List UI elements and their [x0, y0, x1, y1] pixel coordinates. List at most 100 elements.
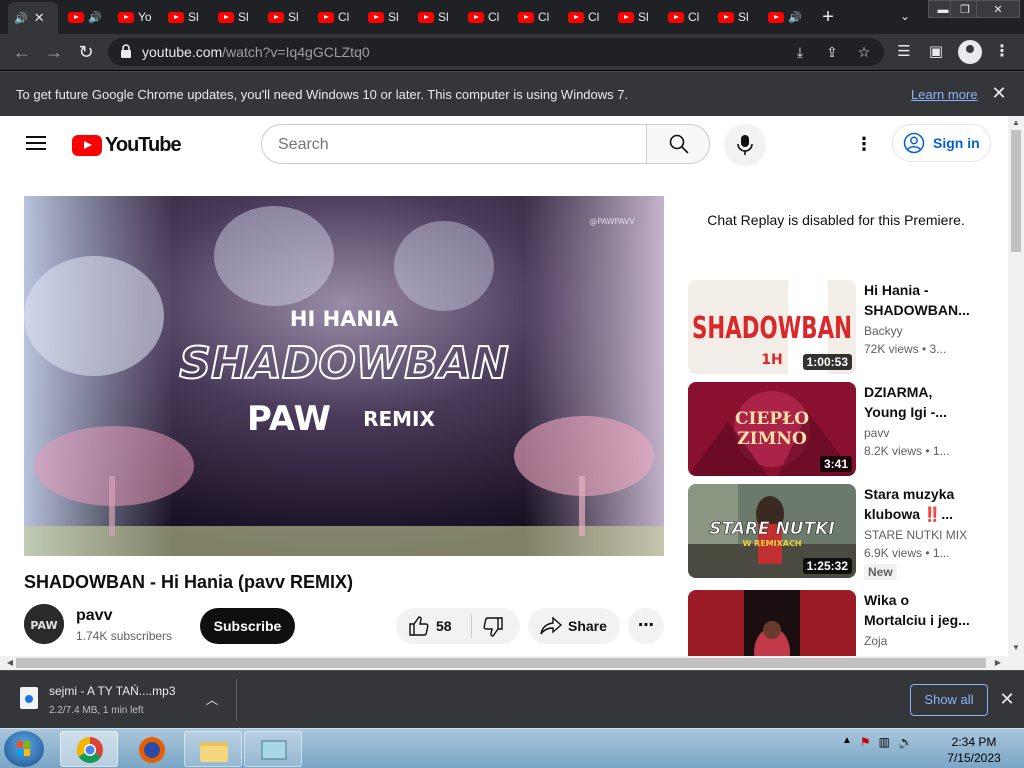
- sign-in-button[interactable]: Sign in: [892, 124, 991, 162]
- speaker-icon[interactable]: 🔊: [88, 11, 102, 24]
- recommendation-thumbnail[interactable]: [688, 590, 856, 656]
- chevron-up-icon[interactable]: ︿: [204, 691, 220, 707]
- share-page-icon[interactable]: ⇪: [822, 42, 842, 62]
- tab-12[interactable]: Sl: [612, 4, 658, 30]
- youtube-logo[interactable]: YouTube: [72, 134, 182, 157]
- recommendation-thumbnail[interactable]: CIEPŁO ZIMNO 3:41: [688, 382, 856, 476]
- recommendation-channel[interactable]: Backyy: [864, 324, 903, 338]
- more-actions-button[interactable]: ⋯: [628, 608, 664, 644]
- tab-8[interactable]: Sl: [412, 4, 458, 30]
- speaker-icon[interactable]: 🔊: [14, 12, 28, 25]
- tray-expand-icon[interactable]: ▲: [842, 735, 852, 749]
- taskbar-chrome[interactable]: [60, 731, 118, 767]
- taskbar-app[interactable]: [244, 731, 302, 767]
- tab-1[interactable]: 🔊: [62, 4, 108, 30]
- subscribe-button[interactable]: Subscribe: [200, 608, 295, 644]
- channel-name[interactable]: pavv: [76, 607, 112, 625]
- recommendation-title[interactable]: Wika o Mortalciu i jeg...: [864, 590, 974, 630]
- channel-avatar[interactable]: PAW: [24, 604, 64, 644]
- tab-7[interactable]: Sl: [362, 4, 408, 30]
- forward-button[interactable]: →: [42, 40, 66, 64]
- new-tab-button[interactable]: +: [816, 5, 840, 29]
- search-button[interactable]: [646, 124, 710, 164]
- tab-label: Sl: [388, 10, 399, 24]
- speaker-icon[interactable]: 🔊: [788, 11, 802, 24]
- taskbar-explorer[interactable]: [184, 731, 242, 767]
- tab-label: Sl: [288, 10, 299, 24]
- action-center-icon[interactable]: ⚑: [860, 735, 871, 749]
- learn-more-link[interactable]: Learn more: [911, 87, 977, 102]
- system-tray: ▲ ⚑ ▥ 🔈: [842, 735, 913, 749]
- tab-3[interactable]: Sl: [162, 4, 208, 30]
- download-filename[interactable]: sejmi - A TY TAŃ....mp3: [49, 684, 176, 698]
- address-bar[interactable]: youtube.com/watch?v=Iq4gGCLZtq0 ⤓ ⇪ ☆: [108, 38, 884, 66]
- taskbar-firefox[interactable]: [122, 731, 180, 767]
- search-box[interactable]: [261, 124, 647, 164]
- recommendation-thumbnail[interactable]: SHADOWBAN 1H 1:00:53: [688, 280, 856, 374]
- network-icon[interactable]: ▥: [879, 735, 890, 749]
- install-app-icon[interactable]: ⤓: [790, 42, 810, 62]
- show-all-button[interactable]: Show all: [910, 684, 988, 716]
- vertical-scrollbar[interactable]: ▲ ▼: [1008, 116, 1024, 656]
- recommendation-title[interactable]: Stara muzyka klubowa ‼️...: [864, 484, 974, 524]
- recommendation-channel[interactable]: pavv: [864, 426, 889, 440]
- tab-13[interactable]: Cl: [662, 4, 708, 30]
- close-icon[interactable]: ✕: [990, 84, 1008, 102]
- tab-14[interactable]: Sl: [712, 4, 758, 30]
- profile-avatar[interactable]: [958, 40, 982, 64]
- share-button[interactable]: Share: [528, 608, 620, 644]
- dislike-icon[interactable]: [482, 616, 504, 638]
- recommendation-item[interactable]: SHADOWBAN 1H 1:00:53 Hi Hania - SHADOWBAN…: [688, 280, 988, 374]
- youtube-favicon: [318, 11, 334, 23]
- tab-4[interactable]: Sl: [212, 4, 258, 30]
- download-status: 2.2/7.4 MB, 1 min left: [49, 705, 144, 716]
- horizontal-scroll-thumb[interactable]: [16, 658, 986, 668]
- overlay-artist: HI HANIA: [290, 307, 399, 331]
- lock-icon[interactable]: [120, 44, 132, 58]
- recommendation-item[interactable]: CIEPŁO ZIMNO 3:41 DZIARMA, Young Igi -...…: [688, 382, 988, 476]
- recommendation-channel[interactable]: STARE NUTKI MIX: [864, 528, 967, 542]
- scroll-up-arrow-icon[interactable]: ▲: [1008, 117, 1024, 129]
- voice-search-button[interactable]: [724, 124, 766, 166]
- settings-dots-icon[interactable]: ⋮: [852, 132, 876, 156]
- window-close-button[interactable]: ✕: [976, 0, 1020, 18]
- scroll-right-arrow-icon[interactable]: ▶: [990, 657, 1006, 669]
- microphone-icon: [737, 135, 753, 155]
- taskbar-clock[interactable]: 2:34 PM 7/15/2023: [934, 734, 1014, 766]
- close-icon[interactable]: ✕: [998, 690, 1016, 708]
- scroll-down-arrow-icon[interactable]: ▼: [1008, 642, 1024, 654]
- reload-button[interactable]: ↻: [74, 40, 98, 64]
- tab-11[interactable]: Cl: [562, 4, 608, 30]
- audio-file-icon[interactable]: [20, 687, 38, 709]
- like-icon[interactable]: [408, 615, 430, 637]
- side-panel-icon[interactable]: ▣: [926, 42, 946, 62]
- hamburger-menu-icon[interactable]: [26, 136, 46, 150]
- back-button[interactable]: ←: [10, 40, 34, 64]
- tab-5[interactable]: Sl: [262, 4, 308, 30]
- recommendation-channel[interactable]: Zoja: [864, 634, 887, 648]
- tab-search-chevron-icon[interactable]: ⌄: [895, 6, 915, 26]
- bookmark-star-icon[interactable]: ☆: [854, 42, 874, 62]
- tab-label: Cl: [688, 10, 700, 24]
- youtube-favicon: [518, 11, 534, 23]
- horizontal-scrollbar[interactable]: ◀ ▶: [0, 656, 1024, 670]
- start-button[interactable]: [4, 731, 44, 767]
- video-player[interactable]: HI HANIA SHADOWBAN PAW REMIX @PAWPAVV: [24, 196, 664, 556]
- tab-10[interactable]: Cl: [512, 4, 558, 30]
- recommendation-thumbnail[interactable]: STARE NUTKI W REMIXACH 1:25:32: [688, 484, 856, 578]
- search-input[interactable]: [278, 134, 618, 156]
- recommendation-title[interactable]: DZIARMA, Young Igi -...: [864, 382, 974, 422]
- chrome-menu-icon[interactable]: ⋮: [994, 42, 1010, 62]
- recommendation-title[interactable]: Hi Hania - SHADOWBAN...: [864, 280, 974, 320]
- recommendation-item[interactable]: Wika o Mortalciu i jeg... Zoja: [688, 590, 988, 656]
- tab-active[interactable]: 🔊 ✕: [8, 2, 58, 34]
- recommendation-item[interactable]: STARE NUTKI W REMIXACH 1:25:32 Stara muz…: [688, 484, 988, 580]
- volume-icon[interactable]: 🔈: [898, 735, 913, 749]
- vertical-scroll-thumb[interactable]: [1011, 130, 1021, 252]
- media-control-icon[interactable]: ☰: [894, 42, 914, 62]
- tab-2[interactable]: Yo: [112, 4, 158, 30]
- tab-9[interactable]: Cl: [462, 4, 508, 30]
- close-tab-icon[interactable]: ✕: [34, 10, 45, 26]
- tab-6[interactable]: Cl: [312, 4, 358, 30]
- tab-15[interactable]: 🔊: [762, 4, 808, 30]
